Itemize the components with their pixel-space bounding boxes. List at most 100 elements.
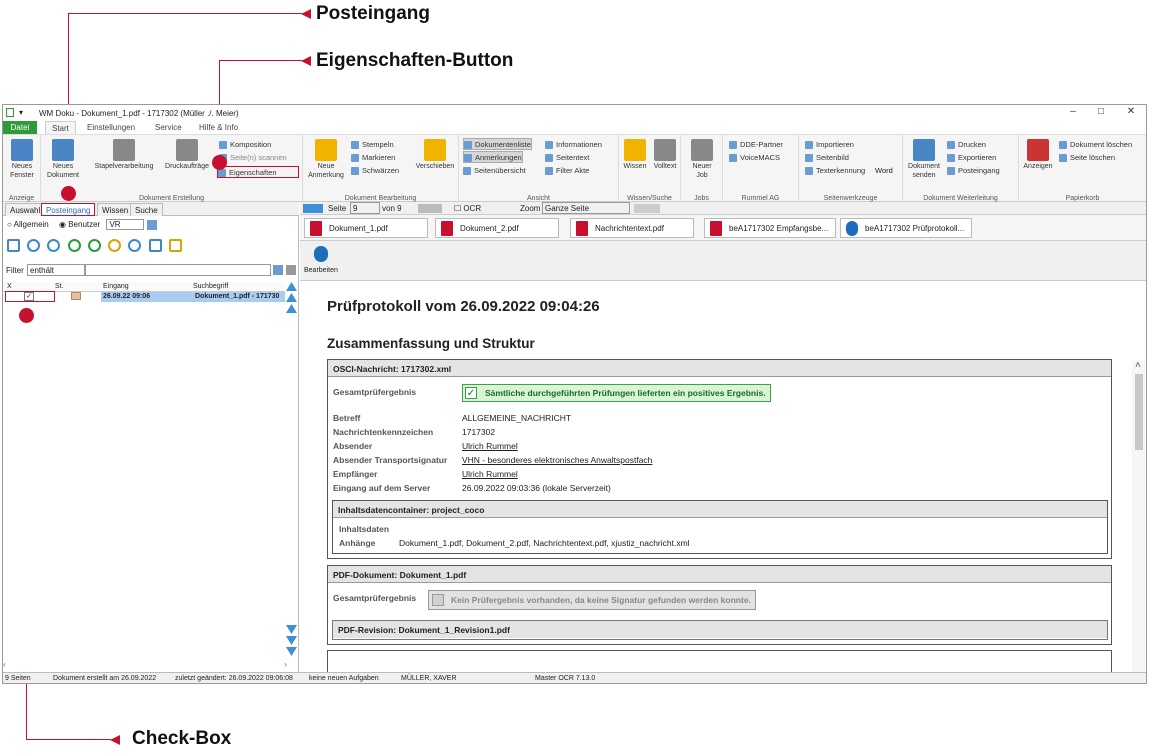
scroll-down-icon[interactable] xyxy=(286,636,297,645)
dokument-loeschen-button[interactable]: Dokument löschen xyxy=(1059,139,1132,151)
word-button[interactable]: Word xyxy=(875,166,893,175)
neuer-job-button[interactable]: Neuer Job xyxy=(689,139,715,180)
minimize-button[interactable]: – xyxy=(1060,106,1086,120)
schwaerzen-button[interactable]: Schwärzen xyxy=(351,165,399,177)
scroll-thumb[interactable] xyxy=(1135,374,1143,450)
wissen-button[interactable]: Wissen xyxy=(621,139,649,171)
next-last-page-icon[interactable] xyxy=(418,204,442,213)
new-doc-icon[interactable] xyxy=(7,239,20,252)
tab-wissen[interactable]: Wissen xyxy=(97,203,134,216)
informationen-toggle[interactable]: Informationen xyxy=(545,139,602,151)
scannen-button[interactable]: Seite(n) scannen xyxy=(219,152,287,164)
zoom-buttons[interactable] xyxy=(634,204,660,213)
seitenuebersicht-toggle[interactable]: Seitenübersicht xyxy=(463,165,526,177)
transportsignatur-link[interactable]: VHN - besonderes elektronisches Anwaltsp… xyxy=(462,455,652,465)
send-icon xyxy=(913,139,935,161)
scroll-down-icon[interactable] xyxy=(286,625,297,634)
texterkennung-button[interactable]: Texterkennung xyxy=(805,165,865,177)
x-circle-icon[interactable] xyxy=(87,239,101,252)
field-betreff-value: ALLGEMEINE_NACHRICHT xyxy=(462,413,572,423)
group-weiterleitung: Dokument senden Drucken Exportieren Post… xyxy=(903,135,1019,203)
hide-icon[interactable] xyxy=(47,239,61,252)
tab-posteingang[interactable]: Posteingang xyxy=(41,203,96,216)
horizontal-scrollbar[interactable]: ‹ › xyxy=(3,660,287,669)
absender-link[interactable]: Ulrich Rummel xyxy=(462,441,518,451)
markieren-button[interactable]: Markieren xyxy=(351,152,395,164)
check-circle-icon[interactable] xyxy=(67,239,81,252)
export-icon[interactable] xyxy=(168,239,182,252)
filter-search-icon[interactable] xyxy=(273,265,283,275)
anmerkungen-toggle[interactable]: Anmerkungen xyxy=(463,151,523,163)
doc-tab-2[interactable]: Dokument_2.pdf xyxy=(435,218,559,238)
page-input[interactable]: 9 xyxy=(350,202,380,214)
eye-icon[interactable] xyxy=(27,239,41,252)
tab-start[interactable]: Start xyxy=(45,121,76,134)
col-x[interactable]: X xyxy=(7,283,12,290)
col-suchbegriff[interactable]: Suchbegriff xyxy=(193,283,228,290)
grid-scrollbar[interactable] xyxy=(286,282,298,662)
verschieben-button[interactable]: Verschieben xyxy=(413,139,457,171)
posteingang-ribbon-button[interactable]: Posteingang xyxy=(947,165,1000,177)
scroll-bottom-icon[interactable] xyxy=(286,647,297,656)
dokumentenliste-toggle[interactable]: Dokumentenliste xyxy=(463,138,532,150)
seitentext-toggle[interactable]: Seitentext xyxy=(545,152,589,164)
komposition-button[interactable]: Komposition xyxy=(219,139,271,151)
doc-tab-1[interactable]: Dokument_1.pdf xyxy=(304,218,428,238)
document-scrollbar[interactable]: ˄ ˅ xyxy=(1132,360,1146,672)
exportieren-button[interactable]: Exportieren xyxy=(947,152,996,164)
tab-hilfe-info[interactable]: Hilfe & Info xyxy=(193,121,244,134)
dokument-senden-button[interactable]: Dokument senden xyxy=(905,139,943,180)
empfaenger-link[interactable]: Ulrich Rummel xyxy=(462,469,518,479)
dde-partner-button[interactable]: DDE-Partner xyxy=(729,139,783,151)
stempeln-button[interactable]: Stempeln xyxy=(351,139,394,151)
tab-einstellungen[interactable]: Einstellungen xyxy=(81,121,141,134)
mail-icon[interactable] xyxy=(128,239,142,252)
tab-datei[interactable]: Datei xyxy=(3,121,37,134)
col-status[interactable]: St. xyxy=(55,283,64,290)
importieren-button[interactable]: Importieren xyxy=(805,139,854,151)
download-icon[interactable] xyxy=(108,239,122,252)
scroll-up-icon[interactable] xyxy=(286,304,297,313)
maximize-button[interactable]: □ xyxy=(1088,106,1114,120)
search-icon[interactable] xyxy=(146,219,157,230)
edit-label[interactable]: Bearbeiten xyxy=(304,267,338,274)
volltext-button[interactable]: Volltext xyxy=(651,139,679,171)
filter-mode-select[interactable]: enthält xyxy=(27,264,85,276)
forward-icon[interactable] xyxy=(148,239,162,252)
user-input[interactable]: VR xyxy=(106,219,145,230)
drucken-button[interactable]: Drucken xyxy=(947,139,986,151)
radio-allgemein[interactable]: ○ Allgemein xyxy=(7,220,49,229)
close-button[interactable]: ✕ xyxy=(1118,106,1144,120)
scroll-up-icon[interactable] xyxy=(286,293,297,302)
doc-tab-5[interactable]: beA1717302 Prüfprotokoll... xyxy=(840,218,972,238)
zoom-select[interactable]: Ganze Seite xyxy=(542,202,630,214)
scroll-top-icon[interactable] xyxy=(286,282,297,291)
neues-dokument-button[interactable]: Neues Dokument xyxy=(45,139,81,180)
tab-service[interactable]: Service xyxy=(149,121,188,134)
druckauftraege-button[interactable]: Druckaufträge xyxy=(161,139,213,171)
doc-tab-4[interactable]: beA1717302 Empfangsbe... xyxy=(704,218,836,238)
neue-anmerkung-button[interactable]: Neue Anmerkung xyxy=(305,139,347,180)
first-prev-page-icon[interactable] xyxy=(303,204,323,213)
ocr-checkbox[interactable]: ☐ OCR xyxy=(454,204,481,213)
quick-access-icon[interactable]: ▾ xyxy=(19,108,23,117)
filter-input[interactable] xyxy=(85,264,271,276)
tab-auswahl[interactable]: Auswahl xyxy=(5,203,46,216)
stapelverarbeitung-button[interactable]: Stapelverarbeitung xyxy=(89,139,159,171)
col-eingang[interactable]: Eingang xyxy=(103,283,129,290)
filter-clear-icon[interactable] xyxy=(286,265,296,275)
edit-icon[interactable] xyxy=(314,246,328,262)
scroll-up-icon[interactable]: ˄ xyxy=(1135,360,1141,371)
radio-benutzer[interactable]: ◉ Benutzer xyxy=(59,220,100,229)
filter-akte-button[interactable]: Filter Akte xyxy=(545,165,589,177)
row-checkbox[interactable]: ✓ xyxy=(24,292,34,301)
seite-loeschen-button[interactable]: Seite löschen xyxy=(1059,152,1115,164)
doc-tab-3[interactable]: Nachrichtentext.pdf xyxy=(570,218,694,238)
tab-suche[interactable]: Suche xyxy=(130,203,163,216)
voicemacs-button[interactable]: VoiceMACS xyxy=(729,152,780,164)
neues-fenster-button[interactable]: Neues Fenster xyxy=(6,139,38,180)
table-row[interactable]: ✓ 26.09.22 09:06 Dokument_1.pdf - 171730 xyxy=(3,291,285,302)
anzeigen-button[interactable]: Anzeigen xyxy=(1021,139,1055,171)
eigenschaften-button[interactable]: Eigenschaften xyxy=(217,166,299,178)
seitenbild-button[interactable]: Seitenbild xyxy=(805,152,849,164)
